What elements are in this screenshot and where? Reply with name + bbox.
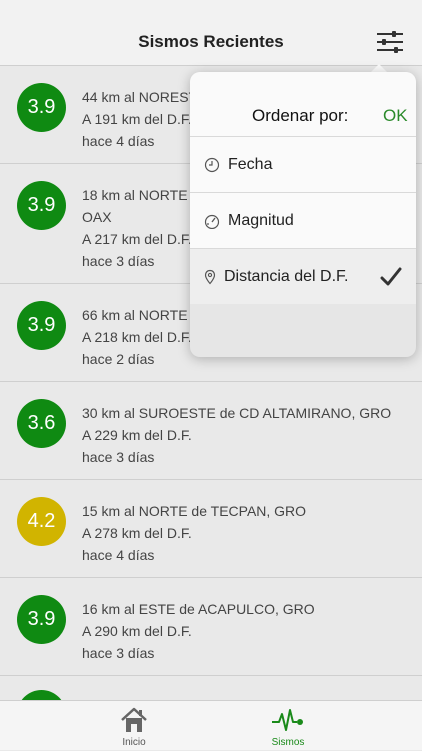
- quake-distance: A 290 km del D.F.: [82, 623, 192, 639]
- tab-label: Sismos: [271, 737, 305, 748]
- sort-option-label: Fecha: [228, 156, 273, 173]
- quake-distance: A 218 km del D.F.: [82, 329, 192, 345]
- quake-location: 16 km al ESTE de ACAPULCO, GRO: [82, 601, 315, 617]
- quake-distance: A 229 km del D.F.: [82, 427, 192, 443]
- quake-row[interactable]: 3.9 16 km al ESTE de ACAPULCO, GRO A 290…: [0, 578, 422, 676]
- ok-button[interactable]: OK: [383, 106, 408, 126]
- quake-time: hace 2 días: [82, 351, 155, 367]
- location-pin-icon: [204, 269, 216, 285]
- tab-label: Inicio: [122, 737, 146, 748]
- sort-option-fecha[interactable]: Fecha: [190, 136, 416, 192]
- quake-location: 66 km al NORTE de: [82, 307, 208, 323]
- home-icon: [121, 707, 147, 732]
- tab-bar: Inicio Sismos: [0, 700, 422, 750]
- quake-time: hace 3 días: [82, 645, 155, 661]
- magnitude-badge: 3.6: [17, 399, 66, 448]
- page-title: Sismos Recientes: [138, 32, 284, 51]
- quake-row[interactable]: 4.2 15 km al NORTE de TECPAN, GRO A 278 …: [0, 480, 422, 578]
- quake-time: hace 4 días: [82, 547, 155, 563]
- magnitude-badge: 3.9: [17, 181, 66, 230]
- gauge-icon: [204, 214, 220, 229]
- sort-option-label: Magnitud: [228, 212, 294, 229]
- quake-location: 15 km al NORTE de TECPAN, GRO: [82, 503, 307, 519]
- sort-option-label: Distancia del D.F.: [224, 268, 349, 285]
- magnitude-badge: 3.9: [17, 83, 66, 132]
- sort-option-distancia[interactable]: Distancia del D.F.: [190, 248, 416, 304]
- popover-title: Ordenar por:: [252, 106, 349, 125]
- checkmark-icon: [380, 267, 402, 286]
- quake-location-cont: OAX: [82, 209, 112, 225]
- tab-sismos[interactable]: Sismos: [248, 701, 328, 751]
- seismograph-icon: [272, 709, 303, 731]
- quake-location: 18 km al NORTE de: [82, 187, 208, 203]
- magnitude-badge: 3.9: [17, 595, 66, 644]
- sort-filter-button[interactable]: [372, 28, 408, 58]
- tab-inicio[interactable]: Inicio: [94, 701, 174, 751]
- quake-time: hace 3 días: [82, 449, 155, 465]
- clock-icon: [204, 157, 220, 173]
- magnitude-badge: 4.2: [17, 497, 66, 546]
- sort-popover: Ordenar por: OK Fecha Magnitud Distancia…: [190, 72, 416, 357]
- quake-distance: A 217 km del D.F.: [82, 231, 192, 247]
- navigation-bar: Sismos Recientes: [0, 0, 422, 66]
- popover-header: Ordenar por: OK: [190, 72, 416, 136]
- quake-distance: A 278 km del D.F.: [82, 525, 192, 541]
- sort-option-magnitud[interactable]: Magnitud: [190, 192, 416, 248]
- quake-row[interactable]: 3.6 30 km al SUROESTE de CD ALTAMIRANO, …: [0, 382, 422, 480]
- magnitude-badge: 3.9: [17, 301, 66, 350]
- quake-location: 30 km al SUROESTE de CD ALTAMIRANO, GRO: [82, 405, 392, 421]
- quake-time: hace 3 días: [82, 253, 155, 269]
- sliders-icon: [377, 31, 403, 53]
